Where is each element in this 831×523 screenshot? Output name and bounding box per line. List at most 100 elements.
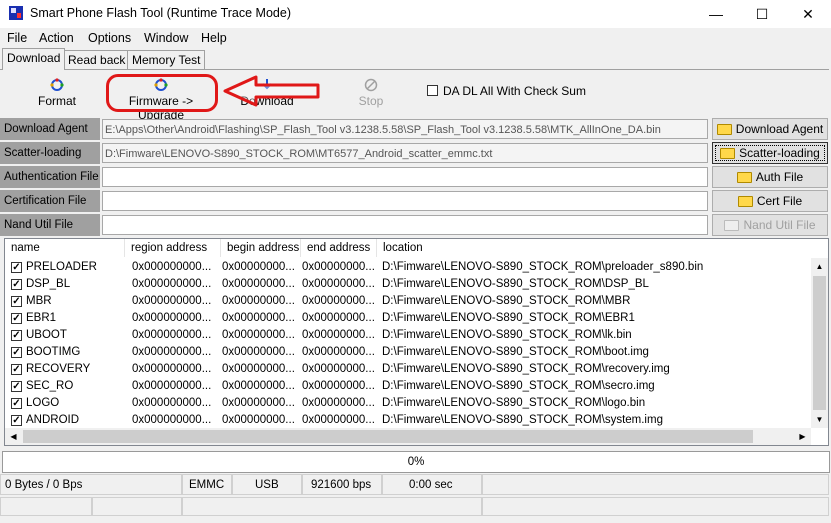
table-row[interactable]: ✓ UBOOT 0x000000000... 0x00000000... 0x00000… — [5, 327, 811, 344]
table-row[interactable]: ✓ EBR1 0x000000000... 0x00000000... 0x000000… — [5, 310, 811, 327]
status-extra-4 — [482, 497, 829, 516]
cell-end-address: 0x00000000... — [302, 278, 375, 290]
download-agent-button[interactable]: Download Agent — [712, 118, 828, 140]
format-label: Format — [37, 94, 76, 108]
cell-end-address: 0x00000000... — [302, 397, 375, 409]
scroll-up-arrow-icon[interactable]: ▲ — [811, 258, 828, 275]
table-row[interactable]: ✓ PRELOADER 0x000000000... 0x00000000... 0x0… — [5, 259, 811, 276]
status-extra-2 — [92, 497, 182, 516]
table-row[interactable]: ✓ MBR 0x000000000... 0x00000000... 0x0000000… — [5, 293, 811, 310]
cell-region-address: 0x000000000... — [132, 295, 212, 307]
cell-location: D:\Fimware\LENOVO-S890_STOCK_ROM\boot.im… — [382, 346, 649, 358]
cell-region-address: 0x000000000... — [132, 414, 212, 426]
cell-location: D:\Fimware\LENOVO-S890_STOCK_ROM\EBR1 — [382, 312, 635, 324]
row-checkbox[interactable]: ✓ — [11, 347, 22, 358]
status-extra-3 — [182, 497, 482, 516]
cell-location: D:\Fimware\LENOVO-S890_STOCK_ROM\logo.bi… — [382, 397, 646, 409]
cell-location: D:\Fimware\LENOVO-S890_STOCK_ROM\lk.bin — [382, 329, 632, 341]
table-row[interactable]: ✓ SEC_RO 0x000000000... 0x00000000... 0x0000… — [5, 378, 811, 395]
cell-region-address: 0x000000000... — [132, 278, 212, 290]
maximize-button[interactable]: ☐ — [739, 0, 785, 28]
horizontal-scrollbar[interactable]: ◀ ▶ — [5, 428, 811, 445]
tab-read-back[interactable]: Read back — [63, 50, 131, 69]
column-header-region-address[interactable]: region address — [125, 239, 221, 257]
tab-strip: Download Read back Memory Test — [0, 48, 831, 70]
cell-name: LOGO — [26, 397, 60, 409]
cert-file-button[interactable]: Cert File — [712, 190, 828, 212]
vertical-scrollbar[interactable]: ▲ ▼ — [811, 258, 828, 428]
row-checkbox[interactable]: ✓ — [11, 381, 22, 392]
menu-window[interactable]: Window — [144, 31, 188, 45]
cell-end-address: 0x00000000... — [302, 346, 375, 358]
menu-file[interactable]: File — [7, 31, 27, 45]
format-button[interactable]: Format — [36, 78, 78, 108]
cell-region-address: 0x000000000... — [132, 261, 212, 273]
authentication-file-field[interactable] — [102, 167, 708, 187]
close-button[interactable]: ✕ — [785, 0, 831, 28]
cell-region-address: 0x000000000... — [132, 329, 212, 341]
row-checkbox[interactable]: ✓ — [11, 330, 22, 341]
da-checksum-label: DA DL All With Check Sum — [443, 84, 586, 98]
window-title: Smart Phone Flash Tool (Runtime Trace Mo… — [30, 6, 291, 20]
row-checkbox[interactable]: ✓ — [11, 398, 22, 409]
row-checkbox[interactable]: ✓ — [11, 262, 22, 273]
cell-begin-address: 0x00000000... — [222, 414, 295, 426]
table-row[interactable]: ✓ BOOTIMG 0x000000000... 0x00000000... 0x000… — [5, 344, 811, 361]
row-checkbox[interactable]: ✓ — [11, 364, 22, 375]
row-checkbox[interactable]: ✓ — [11, 296, 22, 307]
scroll-left-arrow-icon[interactable]: ◀ — [5, 428, 22, 445]
certification-file-field[interactable] — [102, 191, 708, 211]
status-extra-1 — [0, 497, 92, 516]
tab-memory-test[interactable]: Memory Test — [127, 50, 206, 69]
status-storage: EMMC — [182, 474, 232, 495]
row-checkbox[interactable]: ✓ — [11, 415, 22, 426]
menu-options[interactable]: Options — [88, 31, 131, 45]
menu-help[interactable]: Help — [201, 31, 227, 45]
cell-begin-address: 0x00000000... — [222, 380, 295, 392]
status-transfer: 0 Bytes / 0 Bps — [0, 474, 182, 495]
cell-region-address: 0x000000000... — [132, 312, 212, 324]
partition-table: name region address begin address end ad… — [4, 238, 829, 446]
folder-icon — [720, 147, 736, 159]
column-header-name[interactable]: name — [5, 239, 125, 257]
row-checkbox[interactable]: ✓ — [11, 313, 22, 324]
nand-util-file-button[interactable]: Nand Util File — [712, 214, 828, 236]
table-row[interactable]: ✓ ANDROID 0x000000000... 0x00000000... 0x000… — [5, 412, 811, 429]
scatter-loading-button[interactable]: Scatter-loading — [712, 142, 828, 164]
row-checkbox[interactable]: ✓ — [11, 279, 22, 290]
folder-icon — [716, 123, 732, 135]
format-icon — [50, 78, 64, 91]
cell-location: D:\Fimware\LENOVO-S890_STOCK_ROM\system.… — [382, 414, 663, 426]
column-header-begin-address[interactable]: begin address — [221, 239, 301, 257]
minimize-button[interactable]: — — [693, 0, 739, 28]
cell-begin-address: 0x00000000... — [222, 346, 295, 358]
cell-begin-address: 0x00000000... — [222, 397, 295, 409]
vertical-scroll-thumb[interactable] — [813, 276, 826, 410]
table-row[interactable]: ✓ RECOVERY 0x000000000... 0x00000000... 0x00… — [5, 361, 811, 378]
cell-begin-address: 0x00000000... — [222, 363, 295, 375]
stop-icon — [364, 78, 378, 92]
tab-download[interactable]: Download — [2, 48, 66, 70]
cell-end-address: 0x00000000... — [302, 414, 375, 426]
menu-bar: File Action Options Window Help — [0, 28, 831, 48]
scatter-loading-field[interactable]: D:\Fimware\LENOVO-S890_STOCK_ROM\MT6577_… — [102, 143, 708, 163]
menu-action[interactable]: Action — [39, 31, 74, 45]
da-checksum-checkbox[interactable] — [427, 85, 438, 96]
stop-button[interactable]: Stop — [352, 78, 390, 108]
horizontal-scroll-thumb[interactable] — [23, 430, 753, 443]
column-header-end-address[interactable]: end address — [301, 239, 377, 257]
cell-name: BOOTIMG — [26, 346, 81, 358]
cert-file-button-label: Cert File — [756, 194, 803, 208]
scatter-loading-button-label: Scatter-loading — [739, 146, 820, 160]
download-agent-field[interactable]: E:\Apps\Other\Android\Flashing\SP_Flash_… — [102, 119, 708, 139]
annotation-oval — [106, 74, 218, 112]
scroll-down-arrow-icon[interactable]: ▼ — [811, 411, 828, 428]
table-row[interactable]: ✓ DSP_BL 0x000000000... 0x00000000... 0x0000… — [5, 276, 811, 293]
cell-name: DSP_BL — [26, 278, 71, 290]
scroll-right-arrow-icon[interactable]: ▶ — [794, 428, 811, 445]
column-header-location[interactable]: location — [377, 239, 811, 257]
table-row[interactable]: ✓ LOGO 0x000000000... 0x00000000... 0x000000… — [5, 395, 811, 412]
nand-util-file-field[interactable] — [102, 215, 708, 235]
cell-location: D:\Fimware\LENOVO-S890_STOCK_ROM\preload… — [382, 261, 704, 273]
auth-file-button[interactable]: Auth File — [712, 166, 828, 188]
